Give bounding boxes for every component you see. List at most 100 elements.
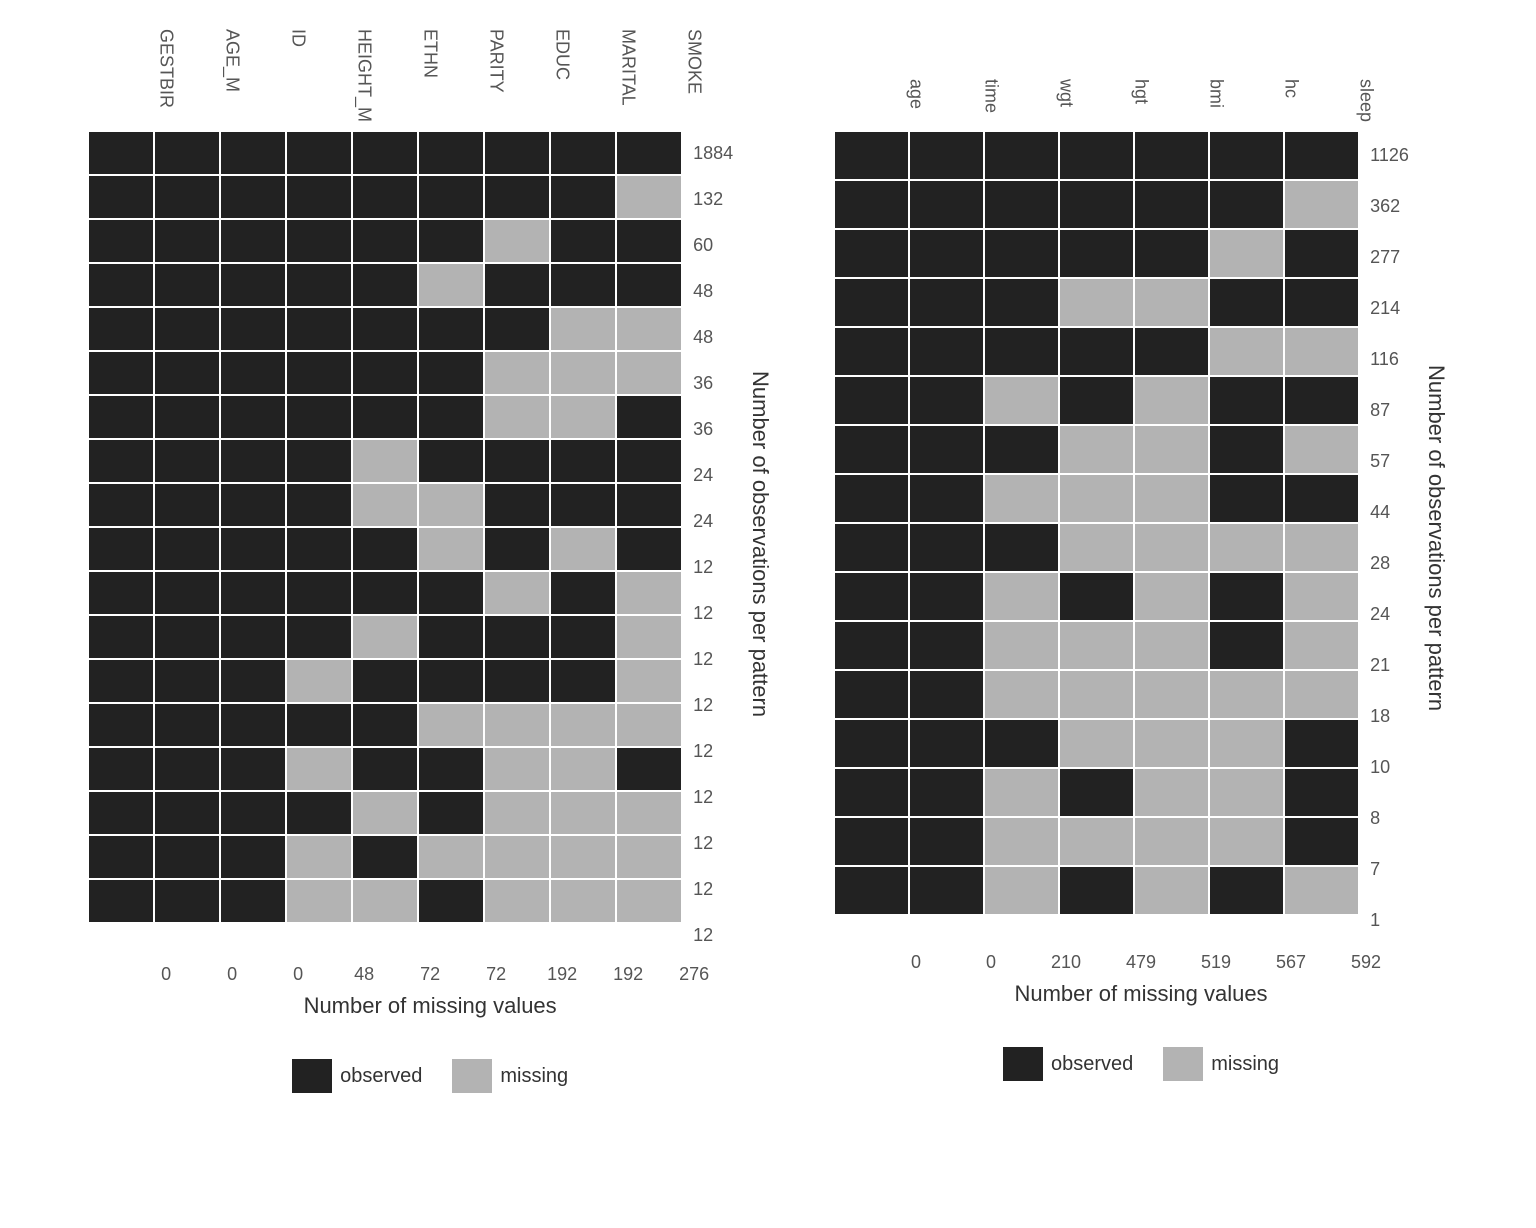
- cell-observed: [220, 659, 286, 703]
- cell-missing: [984, 621, 1059, 670]
- cell-missing: [616, 307, 682, 351]
- cell-observed: [834, 572, 909, 621]
- cell-missing: [352, 879, 418, 923]
- cell-observed: [418, 747, 484, 791]
- cell-observed: [1284, 768, 1359, 817]
- cell-observed: [220, 527, 286, 571]
- cell-missing: [550, 791, 616, 835]
- row-count-label: 36: [693, 406, 733, 452]
- swatch-missing: [1163, 1047, 1203, 1081]
- cell-observed: [418, 791, 484, 835]
- cell-observed: [1284, 719, 1359, 768]
- cell-missing: [286, 835, 352, 879]
- cell-observed: [909, 621, 984, 670]
- cell-observed: [834, 278, 909, 327]
- cell-observed: [616, 219, 682, 263]
- cell-observed: [220, 219, 286, 263]
- cell-missing: [984, 474, 1059, 523]
- legend: observedmissing: [1003, 1047, 1279, 1081]
- cell-observed: [352, 395, 418, 439]
- cell-observed: [1134, 327, 1209, 376]
- row-count-label: 7: [1370, 844, 1409, 895]
- cell-observed: [352, 835, 418, 879]
- cell-observed: [154, 571, 220, 615]
- column-missing-count: 0: [133, 964, 199, 985]
- cell-missing: [1134, 670, 1209, 719]
- column-missing-count: 192: [595, 964, 661, 985]
- cell-missing: [1284, 572, 1359, 621]
- cell-observed: [834, 719, 909, 768]
- cell-missing: [550, 703, 616, 747]
- cell-observed: [616, 483, 682, 527]
- cell-observed: [220, 615, 286, 659]
- cell-observed: [154, 131, 220, 175]
- missing-pattern-chart: agetimewgthgtbmihcsleep11263622772141168…: [833, 20, 1449, 1093]
- cell-missing: [1134, 572, 1209, 621]
- cell-observed: [834, 670, 909, 719]
- cell-observed: [484, 527, 550, 571]
- cell-observed: [154, 439, 220, 483]
- cell-missing: [1284, 866, 1359, 915]
- column-label: AGE_M: [199, 29, 265, 130]
- cell-missing: [1134, 523, 1209, 572]
- cell-observed: [1209, 131, 1284, 180]
- cell-observed: [909, 278, 984, 327]
- cell-observed: [834, 817, 909, 866]
- cell-missing: [1059, 278, 1134, 327]
- cell-observed: [418, 219, 484, 263]
- row-count-label: 362: [1370, 181, 1409, 232]
- column-label: age: [879, 79, 954, 130]
- cell-missing: [984, 376, 1059, 425]
- column-label: HEIGHT_M: [331, 29, 397, 130]
- cell-missing: [484, 571, 550, 615]
- cell-observed: [484, 615, 550, 659]
- cell-observed: [616, 439, 682, 483]
- cell-observed: [286, 131, 352, 175]
- cell-missing: [1059, 474, 1134, 523]
- cell-observed: [418, 615, 484, 659]
- cell-observed: [154, 791, 220, 835]
- cell-observed: [220, 175, 286, 219]
- cell-observed: [418, 439, 484, 483]
- cell-observed: [1209, 572, 1284, 621]
- cell-observed: [909, 719, 984, 768]
- cell-missing: [550, 351, 616, 395]
- cell-observed: [286, 703, 352, 747]
- cell-observed: [909, 425, 984, 474]
- legend-label: observed: [1051, 1053, 1133, 1076]
- column-missing-count: 192: [529, 964, 595, 985]
- cell-missing: [1059, 523, 1134, 572]
- cell-observed: [984, 131, 1059, 180]
- cell-missing: [1059, 621, 1134, 670]
- cell-observed: [220, 131, 286, 175]
- cell-observed: [352, 703, 418, 747]
- cell-observed: [88, 351, 154, 395]
- cell-missing: [352, 483, 418, 527]
- row-count-label: 214: [1370, 283, 1409, 334]
- cell-missing: [418, 263, 484, 307]
- cell-missing: [1209, 523, 1284, 572]
- cell-observed: [418, 659, 484, 703]
- cell-observed: [1059, 327, 1134, 376]
- row-count-label: 8: [1370, 793, 1409, 844]
- cell-observed: [909, 180, 984, 229]
- cell-missing: [286, 879, 352, 923]
- cell-observed: [1284, 278, 1359, 327]
- cell-observed: [834, 474, 909, 523]
- cell-observed: [286, 439, 352, 483]
- cell-observed: [220, 791, 286, 835]
- cell-observed: [154, 351, 220, 395]
- cell-observed: [909, 523, 984, 572]
- cell-observed: [550, 615, 616, 659]
- cell-missing: [484, 835, 550, 879]
- cell-missing: [616, 571, 682, 615]
- cell-observed: [418, 131, 484, 175]
- cell-observed: [984, 719, 1059, 768]
- cell-observed: [154, 703, 220, 747]
- cell-missing: [1209, 817, 1284, 866]
- cell-observed: [220, 307, 286, 351]
- row-count-label: 12: [693, 590, 733, 636]
- cell-missing: [1134, 768, 1209, 817]
- row-count-label: 48: [693, 314, 733, 360]
- cell-observed: [834, 327, 909, 376]
